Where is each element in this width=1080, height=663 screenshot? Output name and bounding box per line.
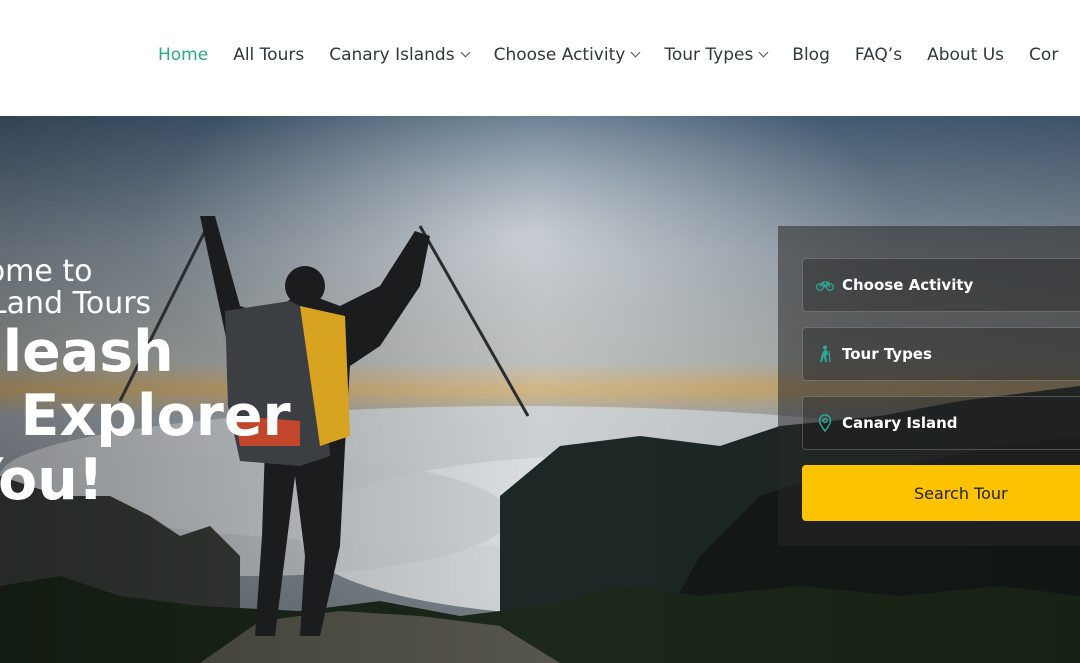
hero-headline-line3: You! — [0, 447, 104, 513]
nav-label: FAQ’s — [854, 45, 903, 65]
tour-search-panel: Choose Activity Tour Types Canary Island… — [778, 226, 1080, 546]
nav-item-about-us[interactable]: About Us — [927, 43, 1004, 67]
nav-item-home[interactable]: Home — [158, 43, 208, 67]
bicycle-icon — [816, 276, 834, 294]
nav-label: Choose Activity — [493, 45, 626, 65]
nav-item-faqs[interactable]: FAQ’s — [855, 43, 902, 67]
chevron-down-icon — [630, 47, 641, 58]
canary-island-select[interactable]: Canary Island — [802, 396, 1080, 450]
nav-item-tour-types[interactable]: Tour Types — [664, 43, 769, 67]
main-nav: Home All Tours Canary Islands Choose Act… — [158, 43, 1080, 67]
site-header: Home All Tours Canary Islands Choose Act… — [0, 0, 1080, 116]
nav-label: Cor — [1029, 45, 1059, 65]
tour-types-select[interactable]: Tour Types — [802, 327, 1080, 381]
nav-label: All Tours — [233, 45, 305, 65]
nav-item-contact[interactable]: Cor — [1029, 43, 1058, 67]
map-pin-icon — [816, 414, 834, 432]
chevron-down-icon — [758, 47, 769, 58]
chevron-down-icon — [460, 47, 471, 58]
choose-activity-select[interactable]: Choose Activity — [802, 258, 1080, 312]
nav-label: Blog — [792, 45, 830, 65]
tour-types-label: Tour Types — [842, 345, 932, 363]
search-tour-button[interactable]: Search Tour — [802, 465, 1080, 521]
hero-headline-line2: e Explorer — [0, 383, 291, 449]
nav-label: Home — [158, 45, 209, 65]
nav-item-blog[interactable]: Blog — [792, 43, 830, 67]
hiker-icon — [816, 345, 834, 363]
choose-activity-label: Choose Activity — [842, 276, 974, 294]
hero-section: lcome to a Land Tours nleash e Explorer … — [0, 116, 1080, 663]
hero-text: lcome to a Land Tours nleash e Explorer … — [0, 254, 291, 513]
nav-item-canary-islands[interactable]: Canary Islands — [329, 43, 471, 67]
nav-label: Canary Islands — [329, 45, 455, 65]
canary-island-label: Canary Island — [842, 414, 958, 432]
nav-item-all-tours[interactable]: All Tours — [233, 43, 304, 67]
hero-welcome-line2: a Land Tours — [0, 286, 152, 321]
hero-headline-line1: nleash — [0, 319, 174, 385]
hero-welcome-line1: lcome to — [0, 254, 93, 289]
nav-item-choose-activity[interactable]: Choose Activity — [493, 43, 641, 67]
nav-label: About Us — [927, 45, 1005, 65]
nav-label: Tour Types — [664, 45, 754, 65]
